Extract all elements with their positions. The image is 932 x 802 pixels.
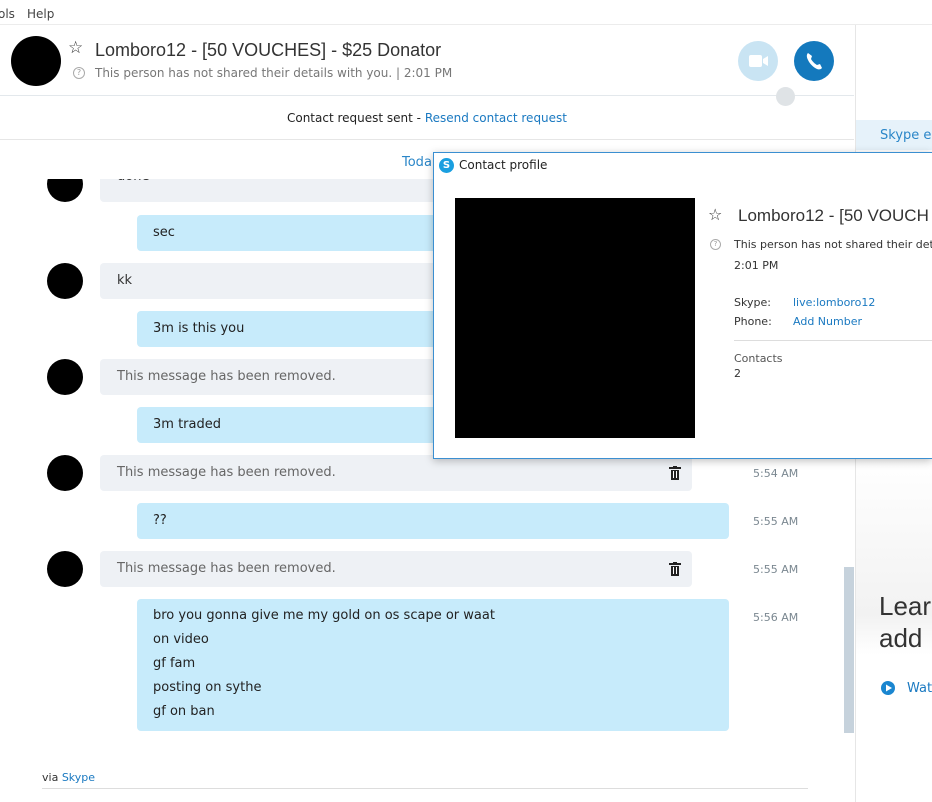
message-bubble[interactable]: ?? [137, 503, 729, 539]
skype-id-link[interactable]: live:lomboro12 [793, 296, 875, 309]
message-bubble[interactable]: sec [137, 215, 437, 251]
message-bubble[interactable]: This message has been removed. [100, 359, 440, 395]
message-bubble[interactable]: This message has been removed. [100, 551, 692, 587]
trash-icon[interactable] [669, 466, 681, 480]
message-timestamp: 5:55 AM [753, 515, 799, 528]
phone-label: Phone: [734, 315, 772, 328]
play-triangle-icon [886, 684, 892, 692]
message-text: This message has been removed. [117, 465, 336, 480]
dialog-title: Contact profile [459, 158, 548, 172]
watch-link[interactable]: Wat [907, 681, 932, 696]
sender-avatar[interactable] [47, 551, 83, 587]
message-text: sec [153, 225, 175, 240]
message-timestamp: 5:54 AM [753, 467, 799, 480]
tab-label: Skype es [880, 128, 932, 143]
conversation-header: ☆ Lomboro12 - [50 VOUCHES] - $25 Donator… [0, 25, 854, 106]
message-line: gf fam [153, 656, 196, 671]
promo-line: add [879, 623, 923, 653]
message-timestamp: 5:56 AM [753, 611, 799, 624]
message-bubble[interactable]: 3m traded [137, 407, 437, 443]
skype-logo-icon: S [439, 158, 454, 173]
profile-name: Lomboro12 - [50 VOUCH [738, 206, 929, 225]
message-bubble[interactable]: 3m is this you [137, 311, 437, 347]
message-text: ?? [153, 513, 167, 528]
message-line: posting on sythe [153, 680, 262, 695]
promo-line: Lear [879, 591, 932, 621]
skype-essentials-tab[interactable]: Skype es [856, 120, 932, 150]
video-call-button[interactable] [738, 41, 778, 81]
chat-scrollbar[interactable] [844, 567, 854, 733]
contact-request-bar: Contact request sent - Resend contact re… [0, 97, 854, 140]
favorite-star-icon[interactable]: ☆ [708, 205, 722, 224]
skype-link[interactable]: Skype [62, 771, 95, 784]
menu-tools[interactable]: ols [0, 7, 15, 21]
request-status-text: Contact request sent - [286, 111, 425, 125]
resend-request-link[interactable]: Resend contact request [425, 111, 567, 125]
contacts-count: 2 [734, 367, 741, 380]
contact-status: This person has not shared their details… [95, 66, 453, 80]
message-bubble[interactable]: kk [100, 263, 440, 299]
contact-name[interactable]: Lomboro12 - [50 VOUCHES] - $25 Donator [95, 40, 441, 61]
message-text: This message has been removed. [117, 561, 336, 576]
trash-icon[interactable] [669, 562, 681, 576]
message-line: gf on ban [153, 704, 215, 719]
sender-avatar[interactable] [47, 359, 83, 395]
audio-call-button[interactable] [794, 41, 834, 81]
message-bubble[interactable]: bro you gonna give me my gold on os scap… [137, 599, 729, 731]
message-line: on video [153, 632, 209, 647]
help-circle-icon: ? [710, 239, 721, 250]
add-number-link[interactable]: Add Number [793, 315, 862, 328]
sender-avatar[interactable] [47, 455, 83, 491]
compose-divider [42, 788, 808, 789]
contact-avatar[interactable] [11, 36, 61, 86]
message-text: 3m traded [153, 417, 221, 432]
menu-bar: ols Help [0, 0, 932, 25]
via-label: via [42, 771, 62, 784]
profile-info: This person has not shared their detail [734, 238, 932, 251]
menu-help[interactable]: Help [27, 7, 54, 21]
phone-icon [806, 53, 822, 70]
dialog-titlebar[interactable]: S Contact profile [434, 153, 932, 177]
message-text: 3m is this you [153, 321, 245, 336]
help-circle-icon: ? [73, 67, 85, 79]
message-line: bro you gonna give me my gold on os scap… [153, 608, 495, 623]
profile-photo [455, 198, 695, 438]
message-text: This message has been removed. [117, 369, 336, 384]
play-icon[interactable] [881, 681, 895, 695]
contact-profile-dialog: S Contact profile ☆ Lomboro12 - [50 VOUC… [433, 152, 932, 459]
video-camera-icon [749, 55, 768, 67]
profile-time: 2:01 PM [734, 259, 779, 272]
message-bubble[interactable]: This message has been removed. [100, 455, 692, 491]
skype-id-label: Skype: [734, 296, 771, 309]
via-footer: via Skype [42, 771, 95, 784]
message-timestamp: 5:55 AM [753, 563, 799, 576]
promo-heading: Lear add [879, 590, 931, 654]
favorite-star-icon[interactable]: ☆ [68, 38, 83, 58]
contacts-label: Contacts [734, 352, 783, 365]
profile-divider [734, 340, 932, 341]
date-separator: Toda [402, 155, 432, 170]
message-text: kk [117, 273, 133, 288]
sender-avatar[interactable] [47, 263, 83, 299]
